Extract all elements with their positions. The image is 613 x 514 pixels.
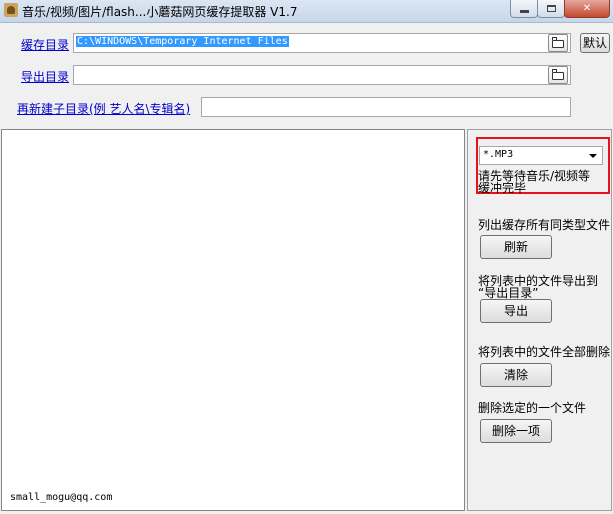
contact-email: small_mogu@qq.com — [10, 492, 113, 503]
subdir-input[interactable] — [201, 97, 571, 117]
export-dir-browse-button[interactable] — [548, 66, 568, 84]
file-list[interactable] — [1, 129, 465, 511]
default-button[interactable]: 默认 — [580, 33, 610, 53]
window-title: 音乐/视频/图片/flash...小蘑菇网页缓存提取器 V1.7 — [22, 5, 298, 19]
close-button[interactable]: ✕ — [564, 0, 610, 18]
clear-note: 将列表中的文件全部删除 — [478, 345, 611, 359]
wait-note-line2: 缓冲完毕 — [478, 181, 527, 195]
minimize-button[interactable] — [510, 0, 538, 18]
refresh-button[interactable]: 刷新 — [480, 235, 552, 259]
app-icon — [4, 3, 18, 17]
export-note-line2: “导出目录” — [478, 286, 539, 300]
maximize-button[interactable] — [537, 0, 565, 18]
subdir-label[interactable]: 再新建子目录(例 艺人名\专辑名) — [17, 100, 190, 117]
minimize-icon — [519, 9, 529, 13]
export-dir-input[interactable] — [73, 65, 571, 85]
clear-button[interactable]: 清除 — [480, 363, 552, 387]
export-button[interactable]: 导出 — [480, 299, 552, 323]
cache-dir-label[interactable]: 缓存目录 — [21, 36, 69, 53]
maximize-icon — [546, 5, 556, 12]
title-bar: 音乐/视频/图片/flash...小蘑菇网页缓存提取器 V1.7 ✕ — [0, 0, 613, 23]
file-type-select[interactable]: *.MP3 — [479, 146, 603, 165]
delete-note: 删除选定的一个文件 — [478, 401, 587, 415]
chevron-down-icon — [589, 154, 597, 158]
list-note: 列出缓存所有同类型文件 — [478, 218, 611, 232]
export-dir-label[interactable]: 导出目录 — [21, 68, 69, 85]
cache-dir-value: C:\WINDOWS\Temporary Internet Files — [76, 36, 289, 47]
folder-open-icon — [552, 37, 564, 48]
delete-one-button[interactable]: 删除一项 — [480, 419, 552, 443]
folder-open-icon — [552, 69, 564, 80]
cache-dir-browse-button[interactable] — [548, 34, 568, 52]
close-icon: ✕ — [582, 3, 592, 14]
cache-dir-input[interactable]: C:\WINDOWS\Temporary Internet Files — [73, 33, 571, 53]
file-type-value: *.MP3 — [483, 149, 514, 160]
